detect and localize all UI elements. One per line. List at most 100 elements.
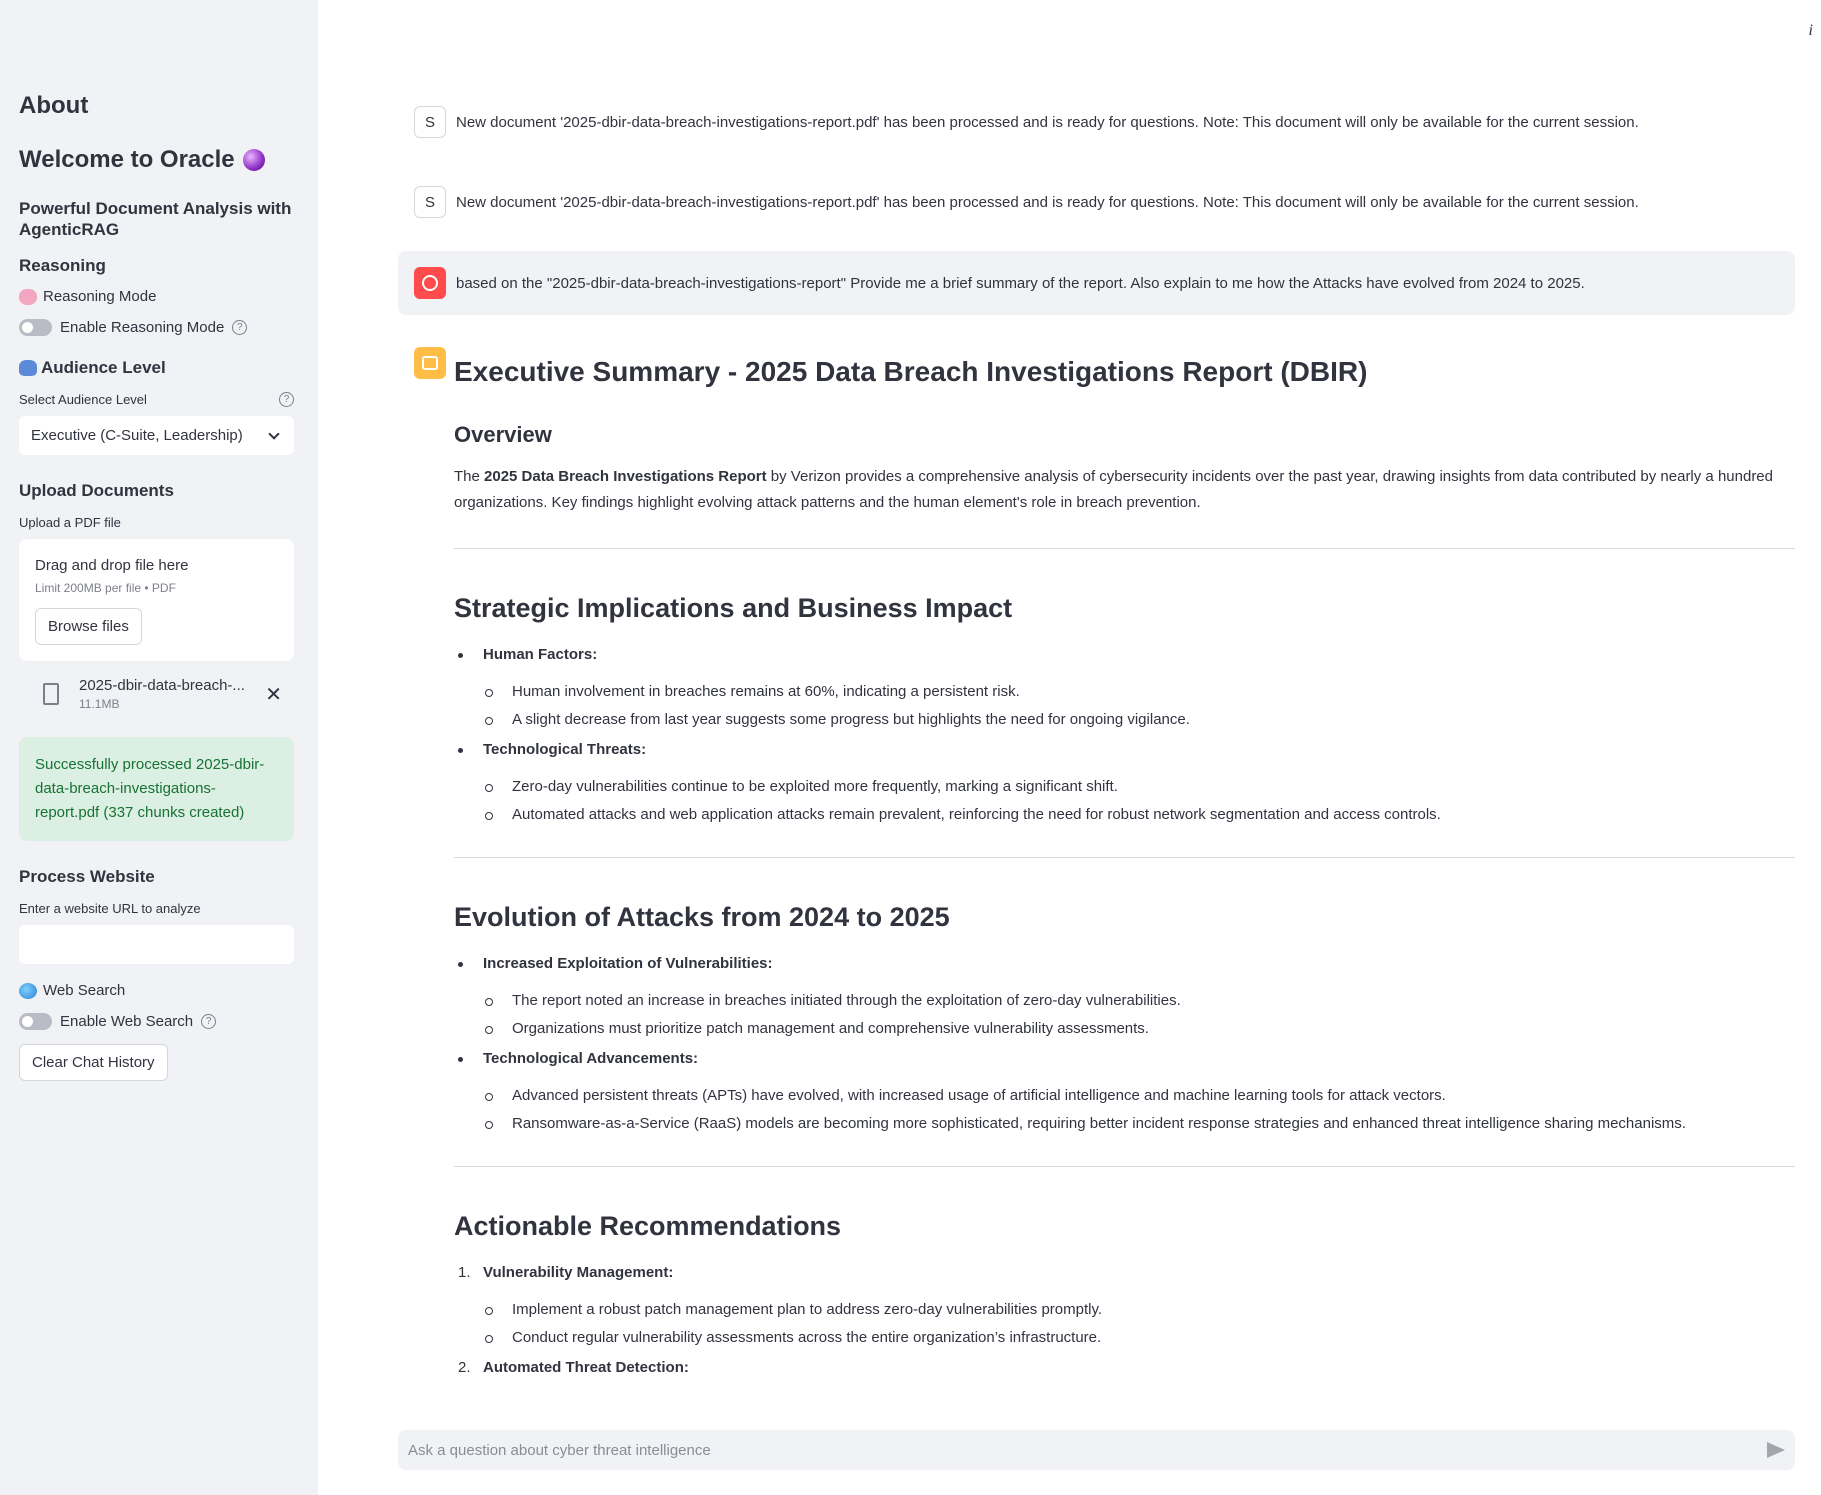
people-icon — [19, 360, 37, 376]
sub-list: Advanced persistent threats (APTs) have … — [483, 1087, 1795, 1132]
divider — [454, 857, 1795, 858]
sub-list: Human involvement in breaches remains at… — [483, 683, 1795, 728]
overview-heading: Overview — [454, 422, 552, 447]
sub-list: Implement a robust patch management plan… — [483, 1301, 1795, 1346]
chat-input[interactable]: Ask a question about cyber threat intell… — [398, 1430, 1795, 1470]
user-avatar — [414, 267, 446, 299]
sub-list-item: A slight decrease from last year suggest… — [483, 711, 1795, 728]
evolution-list: Increased Exploitation of Vulnerabilitie… — [454, 955, 1795, 1132]
web-search-text: Web Search — [43, 982, 126, 999]
overview-pre: The — [454, 468, 485, 485]
recommendations-list: 1. Vulnerability Management: Implement a … — [454, 1264, 1795, 1376]
url-label: Enter a website URL to analyze — [19, 901, 294, 916]
list-item: Technological Threats: Zero-day vulnerab… — [454, 741, 1795, 823]
sub-list-item: Implement a robust patch management plan… — [483, 1301, 1795, 1318]
success-alert: Successfully processed 2025-dbir-data-br… — [19, 737, 294, 841]
chevron-down-icon — [268, 427, 280, 440]
sub-list: Zero-day vulnerabilities continue to be … — [483, 778, 1795, 823]
assistant-response: Executive Summary - 2025 Data Breach Inv… — [454, 350, 1795, 1410]
system-message-text: New document '2025-dbir-data-breach-inve… — [456, 113, 1639, 131]
list-item-label: Increased Exploitation of Vulnerabilitie… — [483, 955, 773, 972]
sub-list-item: Human involvement in breaches remains at… — [483, 683, 1795, 700]
sub-list-item: Advanced persistent threats (APTs) have … — [483, 1087, 1795, 1104]
list-number: 1. — [458, 1264, 471, 1281]
file-icon — [43, 683, 59, 705]
sub-list-item: Conduct regular vulnerability assessment… — [483, 1329, 1795, 1346]
sub-list-item: Zero-day vulnerabilities continue to be … — [483, 778, 1795, 795]
reasoning-mode-text: Reasoning Mode — [43, 288, 157, 305]
drag-drop-text: Drag and drop file here — [35, 557, 189, 574]
response-title: Executive Summary - 2025 Data Breach Inv… — [454, 356, 1368, 387]
user-message-text: based on the "2025-dbir-data-breach-inve… — [456, 274, 1585, 292]
audience-heading-text: Audience Level — [41, 358, 166, 377]
help-icon[interactable]: ? — [232, 320, 248, 335]
audience-select-value: Executive (C-Suite, Leadership) — [31, 427, 243, 444]
divider — [454, 1166, 1795, 1167]
crystal-ball-icon — [242, 149, 265, 171]
list-item-label: Automated Threat Detection: — [483, 1359, 689, 1376]
upload-limit-text: Limit 200MB per file • PDF — [35, 581, 176, 595]
clear-chat-button[interactable]: Clear Chat History — [19, 1044, 168, 1081]
browse-files-button[interactable]: Browse files — [35, 608, 142, 645]
sub-list-item: Ransomware-as-a-Service (RaaS) models ar… — [483, 1115, 1795, 1132]
web-search-toggle[interactable] — [19, 1013, 52, 1030]
close-icon[interactable]: ✕ — [265, 682, 282, 707]
list-item: Human Factors: Human involvement in brea… — [454, 646, 1795, 728]
list-item-label: Technological Advancements: — [483, 1050, 699, 1067]
website-heading: Process Website — [19, 867, 155, 886]
help-icon[interactable]: ? — [201, 1014, 217, 1029]
file-info: 2025-dbir-data-breach-... 11.1MB — [79, 677, 245, 711]
main-chat-area: i S New document '2025-dbir-data-breach-… — [318, 0, 1821, 1495]
uploaded-file: 2025-dbir-data-breach-... 11.1MB ✕ — [19, 671, 294, 723]
app-subtitle: Powerful Document Analysis with AgenticR… — [19, 199, 292, 239]
system-message: S New document '2025-dbir-data-breach-in… — [414, 106, 1639, 138]
divider — [454, 548, 1795, 549]
system-avatar: S — [414, 106, 446, 138]
user-face-icon — [422, 275, 438, 291]
evolution-heading: Evolution of Attacks from 2024 to 2025 — [454, 902, 950, 932]
file-size: 11.1MB — [79, 697, 120, 711]
list-item: Increased Exploitation of Vulnerabilitie… — [454, 955, 1795, 1037]
enable-web-search-label: Enable Web Search — [60, 1013, 194, 1030]
file-name: 2025-dbir-data-breach-... — [79, 677, 245, 694]
list-item: 2. Automated Threat Detection: — [454, 1359, 1795, 1376]
sidebar: About Welcome to Oracle Powerful Documen… — [0, 0, 318, 1495]
list-item-label: Human Factors: — [483, 646, 598, 663]
robot-icon — [422, 356, 438, 370]
sub-list-item: The report noted an increase in breaches… — [483, 992, 1795, 1009]
info-icon[interactable]: i — [1809, 22, 1813, 40]
brain-icon — [19, 288, 37, 305]
welcome-text: Welcome to Oracle — [19, 146, 235, 173]
web-search-toggle-row: Enable Web Search ? — [19, 1013, 294, 1030]
help-icon[interactable]: ? — [279, 392, 294, 407]
upload-label: Upload a PDF file — [19, 515, 294, 530]
web-search-label: Web Search — [19, 982, 294, 999]
strategic-list: Human Factors: Human involvement in brea… — [454, 646, 1795, 823]
file-dropzone[interactable]: Drag and drop file here Limit 200MB per … — [19, 539, 294, 661]
chat-input-placeholder: Ask a question about cyber threat intell… — [408, 1441, 711, 1459]
list-number: 2. — [458, 1359, 471, 1376]
list-item: Technological Advancements: Advanced per… — [454, 1050, 1795, 1132]
upload-label-text: Upload a PDF file — [19, 515, 121, 530]
send-icon[interactable] — [1767, 1442, 1785, 1458]
system-message-text: New document '2025-dbir-data-breach-inve… — [456, 193, 1639, 211]
overview-bold: 2025 Data Breach Investigations Report — [484, 468, 767, 485]
url-label-text: Enter a website URL to analyze — [19, 901, 201, 916]
reasoning-toggle[interactable] — [19, 319, 52, 336]
sub-list-item: Automated attacks and web application at… — [483, 806, 1795, 823]
list-item: 1. Vulnerability Management: Implement a … — [454, 1264, 1795, 1346]
list-item-label: Vulnerability Management: — [483, 1264, 674, 1281]
enable-reasoning-label: Enable Reasoning Mode — [60, 319, 225, 336]
system-message: S New document '2025-dbir-data-breach-in… — [414, 186, 1639, 218]
user-message-content: based on the "2025-dbir-data-breach-inve… — [414, 267, 1585, 299]
system-avatar: S — [414, 186, 446, 218]
website-url-input[interactable] — [19, 925, 294, 964]
audience-heading: Audience Level — [19, 358, 294, 378]
recommendations-heading: Actionable Recommendations — [454, 1211, 842, 1241]
select-audience-label: Select Audience Level — [19, 392, 147, 407]
audience-select[interactable]: Executive (C-Suite, Leadership) — [19, 416, 294, 455]
reasoning-mode-label: Reasoning Mode — [19, 288, 294, 305]
globe-icon — [19, 982, 37, 999]
reasoning-heading: Reasoning — [19, 256, 106, 275]
sub-list: The report noted an increase in breaches… — [483, 992, 1795, 1037]
